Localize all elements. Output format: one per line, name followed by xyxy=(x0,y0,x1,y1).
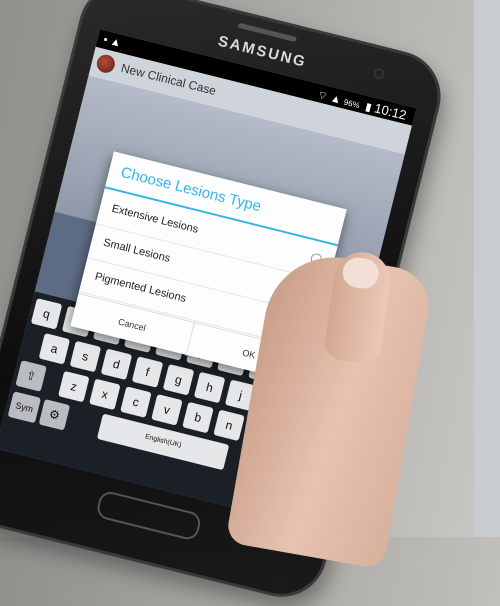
app-logo-icon[interactable] xyxy=(94,52,117,75)
battery-icon: ▮ xyxy=(364,101,373,115)
settings-icon[interactable]: ⚙ xyxy=(38,398,71,431)
notification-icon: ▪ ▲ xyxy=(102,33,123,50)
thumbnail xyxy=(340,255,381,291)
key-c[interactable]: c xyxy=(120,386,152,418)
key-f[interactable]: f xyxy=(131,356,164,388)
key-a[interactable]: a xyxy=(38,333,71,365)
background-strip xyxy=(474,0,500,537)
wifi-icon: ⌔ xyxy=(316,89,329,104)
signal-icon: ▲ xyxy=(329,92,343,107)
key-d[interactable]: d xyxy=(100,348,133,381)
key-z[interactable]: z xyxy=(58,370,90,403)
key-s[interactable]: s xyxy=(69,340,102,373)
key-n[interactable]: n xyxy=(213,409,245,442)
key-g[interactable]: g xyxy=(162,363,195,396)
key-v[interactable]: v xyxy=(151,394,183,426)
sym-key[interactable]: Sym xyxy=(7,391,42,424)
key-h[interactable]: h xyxy=(193,371,226,404)
key-x[interactable]: x xyxy=(89,378,121,411)
option-label: Small Lesions xyxy=(102,236,172,265)
key-b[interactable]: b xyxy=(182,401,214,434)
key-q[interactable]: q xyxy=(30,298,63,330)
home-button[interactable] xyxy=(94,489,203,542)
shift-icon[interactable]: ⇧ xyxy=(15,360,47,392)
